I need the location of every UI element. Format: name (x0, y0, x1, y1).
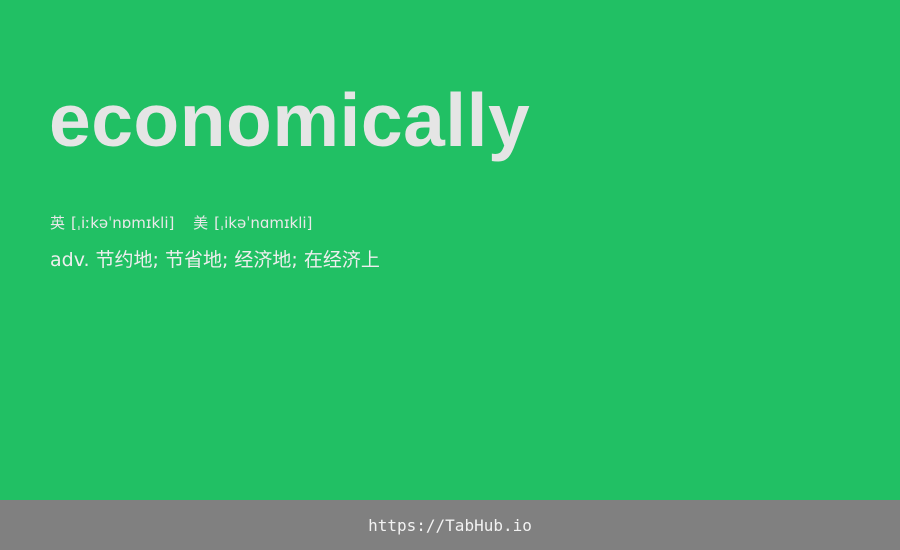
word-card: economically 英 [ˌiːkəˈnɒmɪkli] 美 [ˌikəˈnɑm… (0, 0, 900, 500)
phonetic-us-value: [ˌikəˈnɑmɪkli] (214, 214, 313, 232)
phonetic-us: 美 [ˌikəˈnɑmɪkli] (193, 214, 312, 232)
definition: adv. 节约地; 节省地; 经济地; 在经济上 (50, 249, 380, 271)
tabhub-link[interactable]: https://TabHub.io (368, 516, 532, 535)
phonetics: 英 [ˌiːkəˈnɒmɪkli] 美 [ˌikəˈnɑmɪkli] (50, 212, 312, 234)
phonetic-uk-value: [ˌiːkəˈnɒmɪkli] (71, 214, 175, 232)
phonetic-uk: 英 [ˌiːkəˈnɒmɪkli] (50, 214, 179, 232)
phonetic-us-label: 美 (193, 214, 209, 232)
phonetic-uk-label: 英 (50, 214, 66, 232)
headword: economically (49, 78, 531, 162)
footer-bar: https://TabHub.io (0, 500, 900, 550)
